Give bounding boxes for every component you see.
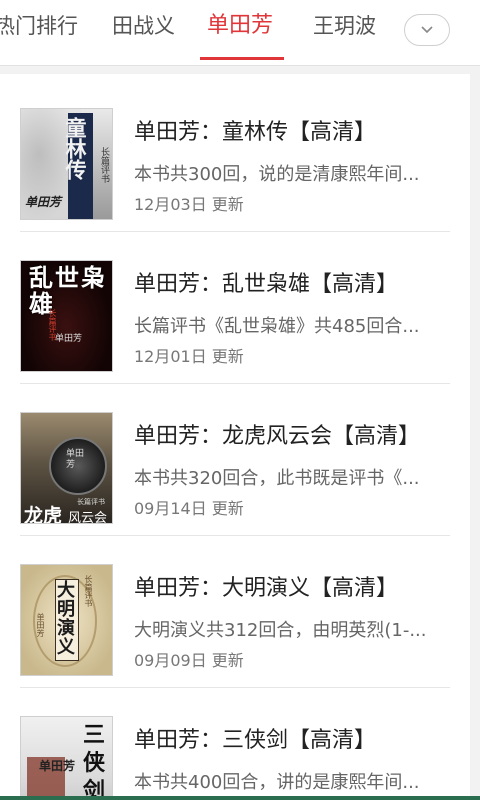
cover-title: 大明演义 [57, 580, 75, 658]
cover-title: 三侠剑 [83, 722, 106, 800]
tabs-dropdown-button[interactable] [404, 14, 450, 46]
cover-signature: 单田芳 [66, 449, 85, 470]
cover-title-secondary: 风云会 [68, 511, 108, 524]
album-cover: 乱世枭雄 长篇评书 单田芳 [20, 260, 113, 372]
list-item[interactable]: 乱世枭雄 长篇评书 单田芳 单田芳：乱世枭雄【高清】 长篇评书《乱世枭雄》共48… [0, 226, 470, 384]
cover-signature: 单田芳 [25, 195, 62, 209]
chevron-down-icon [420, 25, 434, 35]
album-title: 单田芳：三侠剑【高清】 [134, 728, 377, 753]
cover-signature: 单田芳 [39, 759, 76, 773]
tab-tian-zhanyi[interactable]: 田战义 [112, 0, 175, 62]
tab-shan-tianfang[interactable]: 单田芳 [207, 0, 273, 62]
update-date: 09月09日 更新 [134, 651, 244, 670]
album-cover: 童林传 长篇评书 单田芳 [20, 108, 113, 220]
list-item[interactable]: 三侠剑 单田芳 单田芳：三侠剑【高清】 本书共400回合，讲的是康熙年间... [0, 682, 470, 800]
album-title: 单田芳：童林传【高清】 [134, 120, 377, 145]
update-date: 09月14日 更新 [134, 499, 244, 518]
album-title: 单田芳：乱世枭雄【高清】 [134, 272, 399, 297]
album-title: 单田芳：龙虎风云会【高清】 [134, 424, 421, 449]
tab-hot-ranking[interactable]: 热门排行 [0, 0, 78, 62]
category-tab-bar: 热门排行 田战义 单田芳 王玥波 [0, 0, 480, 66]
cover-title: 童林传 [63, 117, 88, 180]
active-tab-indicator [200, 57, 284, 60]
cover-subtitle: 长篇评书 [77, 498, 105, 506]
bottom-edge-strip [0, 796, 480, 800]
cover-subtitle: 长篇评书 [84, 575, 93, 607]
cover-title: 乱世枭雄 [29, 263, 107, 318]
tab-wang-yuebo[interactable]: 王玥波 [313, 0, 376, 62]
update-date: 12月03日 更新 [134, 195, 244, 214]
cover-signature: 单田芳 [36, 613, 45, 637]
scrollbar[interactable] [470, 66, 480, 800]
cover-title: 龙虎 [24, 505, 63, 524]
album-list: 童林传 长篇评书 单田芳 单田芳：童林传【高清】 本书共300回，说的是清康熙年… [0, 74, 470, 800]
update-date: 12月01日 更新 [134, 347, 244, 366]
album-cover: 单田芳 长篇评书 龙虎 风云会 [20, 412, 113, 524]
list-item[interactable]: 大明演义 长篇评书 单田芳 单田芳：大明演义【高清】 大明演义共312回合，由明… [0, 530, 470, 688]
list-item[interactable]: 单田芳 长篇评书 龙虎 风云会 单田芳：龙虎风云会【高清】 本书共320回合，此… [0, 378, 470, 536]
cover-subtitle: 长篇评书 [99, 147, 109, 183]
album-description: 本书共400回合，讲的是康熙年间... [134, 772, 420, 793]
list-item[interactable]: 童林传 长篇评书 单田芳 单田芳：童林传【高清】 本书共300回，说的是清康熙年… [0, 74, 470, 232]
album-cover: 大明演义 长篇评书 单田芳 [20, 564, 113, 676]
album-description: 本书共320回合，此书既是评书《... [134, 468, 420, 489]
album-cover: 三侠剑 单田芳 [20, 716, 113, 800]
cover-signature: 单田芳 [55, 334, 83, 344]
album-description: 长篇评书《乱世枭雄》共485回合... [134, 316, 420, 337]
album-description: 大明演义共312回合，由明英烈(1-... [134, 620, 427, 641]
album-description: 本书共300回，说的是清康熙年间... [134, 164, 420, 185]
album-title: 单田芳：大明演义【高清】 [134, 576, 399, 601]
